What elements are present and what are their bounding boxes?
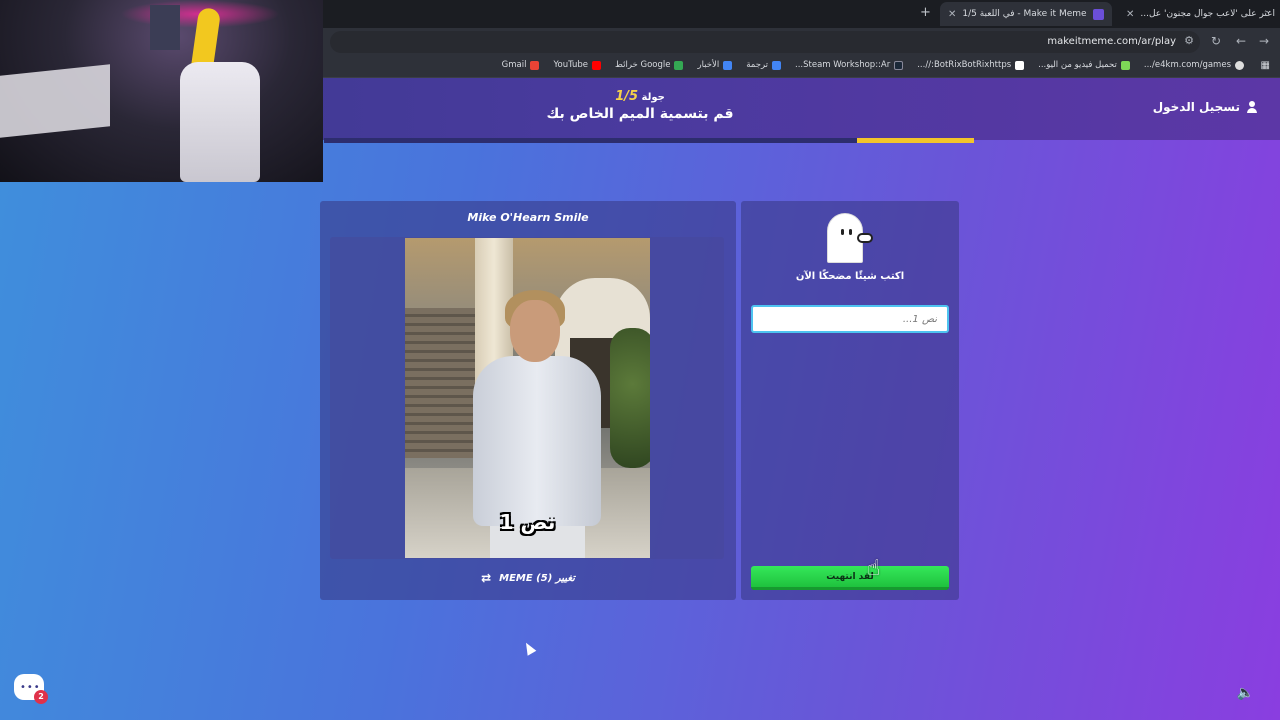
webcam-gaming-chair [180,62,260,182]
bookmark-label: YouTube [553,60,589,70]
bookmark-item[interactable]: YouTube [553,60,602,70]
bookmark-item[interactable]: BotRixBotRixhttps://... [917,60,1025,70]
tab-label: Make it Meme - في اللعبة 1/5 [962,9,1087,19]
maps-icon [674,60,684,70]
reload-icon[interactable]: ↻ [1211,34,1221,48]
bookmark-item[interactable]: Steam Workshop::Ar... [795,60,904,70]
bookmark-label: BotRixBotRixhttps://... [917,60,1012,70]
bookmark-label: ترجمة [746,60,768,70]
bookmark-item[interactable]: Google خرائط [615,60,684,70]
bookmark-item[interactable]: الأخبار [697,60,733,70]
close-tab-icon[interactable]: ✕ [948,9,956,20]
login-button[interactable]: تسجيل الدخول [1153,100,1258,114]
meme-person-head [510,300,560,362]
mascot-icon [827,213,873,263]
botrix-icon [1015,60,1025,70]
bookmark-label: Gmail [501,60,527,70]
tab-label: اعثر على 'لاعب جوال مجنون' عل... [1140,9,1276,19]
youtube-icon [592,60,602,70]
login-label: تسجيل الدخول [1152,100,1240,114]
round-timer-fill [857,138,974,143]
webcam-bed [0,64,110,138]
round-value: 1/5 [615,89,639,104]
bookmarks-list: Gmail YouTube Google خرائط الأخبار ترجمة… [502,60,1244,70]
makeitmeme-favicon-icon [1092,8,1104,20]
done-button[interactable]: لقد انتهيت [751,566,949,590]
bookmark-item[interactable]: ترجمة [746,60,781,70]
browser-tab-other[interactable]: اعثر على 'لاعب جوال مجنون' عل... ✕ [1118,2,1280,26]
mascot-hand [857,233,873,243]
mouse-cursor-icon [521,640,537,656]
bookmark-item[interactable]: Gmail [502,60,540,70]
user-icon [1246,101,1258,113]
back-icon[interactable]: ← [1236,34,1246,48]
news-icon [723,60,733,70]
round-timer-bar [324,138,974,143]
meme-template-name: Mike O'Hearn Smile [467,211,589,224]
meme-image: نص 1 [405,238,650,558]
swap-icon: ⇄ [481,571,492,585]
mascot-eye [841,229,844,235]
tab-search-icon[interactable]: ⌄ [1264,6,1272,16]
steam-icon [894,60,904,70]
caption-input[interactable] [751,305,949,333]
caption-card: اكتب شيئًا مضحكًا الآن لقد انتهيت [741,201,959,600]
meme-card: Mike O'Hearn Smile نص 1 ⇄ تغيير MEME (5) [320,201,736,600]
close-tab-icon[interactable]: ✕ [1126,9,1134,20]
bookmark-item[interactable]: e4km.com/games/... [1144,60,1244,70]
bookmark-label: e4km.com/games/... [1143,60,1231,70]
meme-person-torso [473,356,601,526]
globe-icon [1235,60,1244,70]
bookmark-label: Google خرائط [615,60,671,70]
meme-bg-shutter [405,308,475,458]
translate-icon [772,60,781,70]
page-title: قم بتسمية الميم الخاص بك [546,106,734,122]
round-indicator: 1/5 جولة [560,89,720,104]
bookmark-item[interactable]: تحميل فيديو من اليو... [1038,60,1130,70]
download-icon [1120,60,1130,70]
more-bookmarks-icon[interactable]: ▦ [1261,60,1270,71]
bookmark-label: الأخبار [697,60,720,70]
bookmark-label: تحميل فيديو من اليو... [1038,60,1117,70]
meme-preview-area: نص 1 [330,237,724,559]
address-bar[interactable]: makeitmeme.com/ar/play ⚙ [330,31,1200,53]
change-meme-button[interactable]: ⇄ تغيير MEME (5) [320,571,736,585]
mascot-eye [849,229,852,235]
meme-caption-text: نص 1 [499,510,556,534]
browser-tab-active[interactable]: Make it Meme - في اللعبة 1/5 ✕ [940,2,1112,26]
url-text: makeitmeme.com/ar/play [1047,36,1176,47]
webcam-overlay [0,0,323,182]
round-word: جولة [641,92,665,103]
hand-cursor-icon: ☝ [867,556,881,581]
chat-badge: 2 [34,690,48,704]
site-settings-icon[interactable]: ⚙ [1184,34,1194,47]
speaker-icon[interactable]: 🔈 [1237,685,1254,701]
gmail-icon [530,60,540,70]
change-meme-label: تغيير MEME (5) [499,572,575,584]
new-tab-icon[interactable]: + [920,5,931,20]
caption-prompt: اكتب شيئًا مضحكًا الآن [795,271,905,282]
bookmark-label: Steam Workshop::Ar... [795,60,891,70]
meme-bg-plant [610,328,650,468]
forward-icon[interactable]: → [1259,34,1269,48]
chat-button[interactable]: ••• 2 [14,674,48,704]
webcam-shelf [150,5,180,50]
